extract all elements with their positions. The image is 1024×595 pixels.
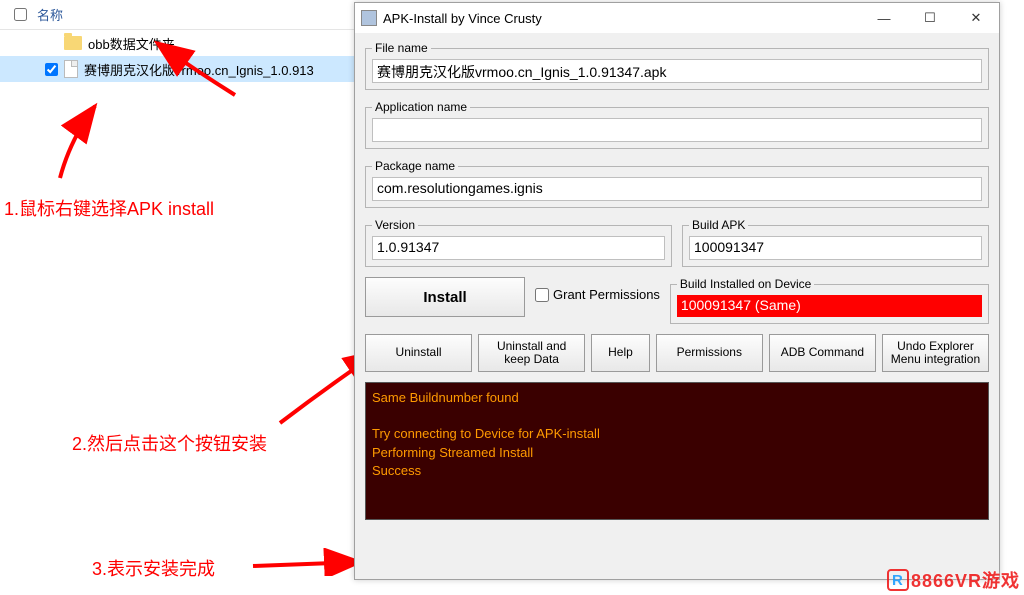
explorer-header[interactable]: 名称 xyxy=(0,0,360,30)
grant-permissions-checkbox[interactable]: Grant Permissions xyxy=(535,287,660,302)
build-installed-label: Build Installed on Device xyxy=(677,277,814,291)
window-title: APK-Install by Vince Crusty xyxy=(383,11,542,26)
apk-install-window: APK-Install by Vince Crusty — ☐ ✕ File n… xyxy=(354,2,1000,580)
version-label: Version xyxy=(372,218,418,232)
console-line: Performing Streamed Install xyxy=(372,444,982,462)
build-installed-group: Build Installed on Device 100091347 (Sam… xyxy=(670,277,989,324)
application-name-label: Application name xyxy=(372,100,470,114)
console-line: Success xyxy=(372,462,982,480)
folder-name: obb数据文件夹 xyxy=(88,34,175,53)
close-button[interactable]: ✕ xyxy=(953,3,999,33)
version-field[interactable]: 1.0.91347 xyxy=(372,236,665,260)
output-console[interactable]: Same Buildnumber found Try connecting to… xyxy=(365,382,989,520)
build-installed-field: 100091347 (Same) xyxy=(677,295,982,317)
file-icon xyxy=(64,60,78,78)
grant-permissions-input[interactable] xyxy=(535,288,549,302)
package-name-label: Package name xyxy=(372,159,458,173)
watermark: R 8866VR游戏 xyxy=(887,567,1020,593)
watermark-text: 8866VR游戏 xyxy=(911,567,1020,593)
uninstall-button[interactable]: Uninstall xyxy=(365,334,472,372)
package-name-field[interactable]: com.resolutiongames.ignis xyxy=(372,177,982,201)
maximize-button[interactable]: ☐ xyxy=(907,3,953,33)
annotation-step3: 3.表示安装完成 xyxy=(92,555,215,581)
help-button[interactable]: Help xyxy=(591,334,650,372)
permissions-button[interactable]: Permissions xyxy=(656,334,763,372)
file-name-group: File name 赛博朋克汉化版vrmoo.cn_Ignis_1.0.9134… xyxy=(365,41,989,90)
file-name-label: File name xyxy=(372,41,431,55)
file-name: 赛博朋克汉化版vrmoo.cn_Ignis_1.0.913 xyxy=(84,60,314,79)
uninstall-keep-button[interactable]: Uninstall and keep Data xyxy=(478,334,585,372)
file-checkbox[interactable] xyxy=(45,63,58,76)
application-name-field[interactable] xyxy=(372,118,982,142)
application-name-group: Application name xyxy=(365,100,989,149)
grant-permissions-label: Grant Permissions xyxy=(553,287,660,302)
watermark-logo-icon: R xyxy=(887,569,909,591)
build-apk-group: Build APK 100091347 xyxy=(682,218,989,267)
titlebar[interactable]: APK-Install by Vince Crusty — ☐ ✕ xyxy=(355,3,999,33)
build-apk-field[interactable]: 100091347 xyxy=(689,236,982,260)
annotation-step2: 2.然后点击这个按钮安装 xyxy=(72,430,267,456)
adb-command-button[interactable]: ADB Command xyxy=(769,334,876,372)
console-line: Try connecting to Device for APK-install xyxy=(372,425,982,443)
annotation-step1: 1.鼠标右键选择APK install xyxy=(4,195,214,221)
list-item[interactable]: obb数据文件夹 xyxy=(0,30,360,56)
console-line: Same Buildnumber found xyxy=(372,389,982,407)
minimize-button[interactable]: — xyxy=(861,3,907,33)
explorer-pane: 名称 obb数据文件夹 赛博朋克汉化版vrmoo.cn_Ignis_1.0.91… xyxy=(0,0,360,595)
name-column-header[interactable]: 名称 xyxy=(37,5,63,24)
file-name-field[interactable]: 赛博朋克汉化版vrmoo.cn_Ignis_1.0.91347.apk xyxy=(372,59,982,83)
package-name-group: Package name com.resolutiongames.ignis xyxy=(365,159,989,208)
undo-explorer-button[interactable]: Undo Explorer Menu integration xyxy=(882,334,989,372)
list-item[interactable]: 赛博朋克汉化版vrmoo.cn_Ignis_1.0.913 xyxy=(0,56,360,82)
app-icon xyxy=(361,10,377,26)
install-button[interactable]: Install xyxy=(365,277,525,317)
folder-icon xyxy=(64,36,82,50)
select-all-checkbox[interactable] xyxy=(14,8,27,21)
version-group: Version 1.0.91347 xyxy=(365,218,672,267)
build-apk-label: Build APK xyxy=(689,218,748,232)
console-line xyxy=(372,407,982,425)
